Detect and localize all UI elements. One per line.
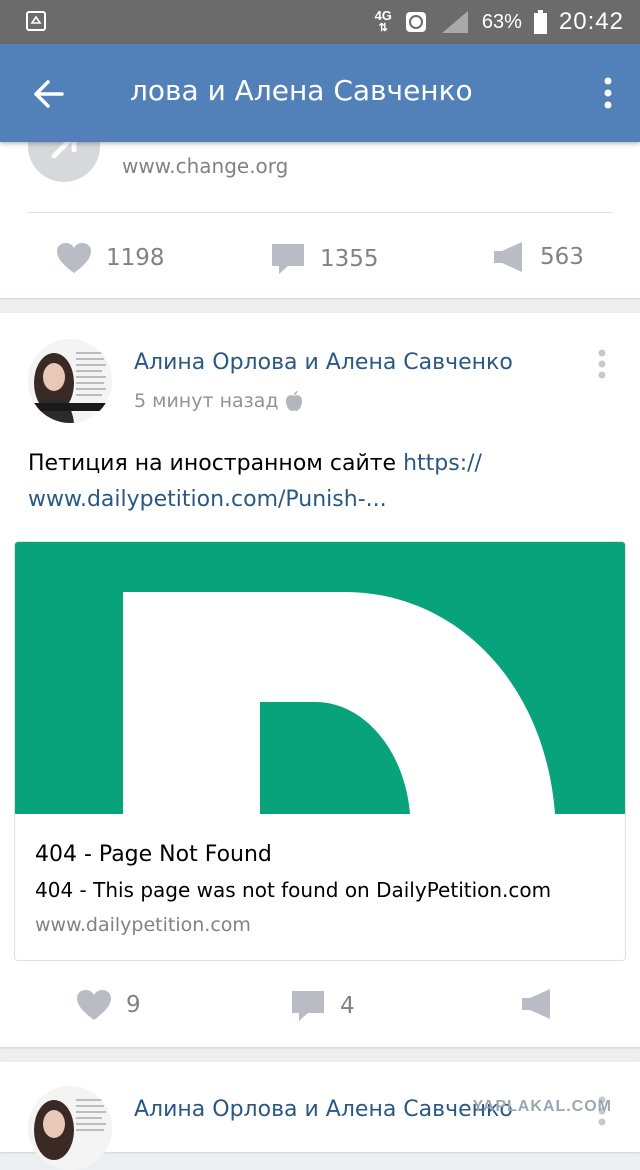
- post-link-cont[interactable]: www.dailypetition.com/Punish-...: [28, 487, 387, 512]
- post-time-text: 5 минут назад: [134, 390, 279, 412]
- comment-count: 1355: [320, 246, 379, 272]
- attachment-image: [15, 542, 625, 814]
- comment-button[interactable]: 1355: [270, 242, 379, 276]
- avatar[interactable]: [28, 339, 112, 423]
- signal-icon: [441, 11, 468, 33]
- avatar-photo: [28, 339, 112, 423]
- attachment-url: www.dailypetition.com: [35, 914, 251, 936]
- comment-icon: [272, 244, 304, 274]
- comment-button[interactable]: 4: [290, 989, 355, 1023]
- post-menu-icon[interactable]: [597, 349, 607, 379]
- like-count: 1198: [106, 245, 165, 271]
- like-button[interactable]: 9: [76, 989, 141, 1021]
- post-link[interactable]: https://: [403, 451, 482, 476]
- heart-icon: [57, 243, 91, 273]
- megaphone-icon: [522, 989, 550, 1019]
- heart-icon: [77, 990, 111, 1020]
- share-button[interactable]: [520, 989, 554, 1019]
- share-button[interactable]: 563: [492, 242, 584, 272]
- more-vertical-icon[interactable]: [600, 76, 616, 110]
- network-indicator: 4G ⇅: [374, 8, 392, 34]
- battery-icon: [533, 10, 547, 34]
- like-button[interactable]: 1198: [56, 242, 165, 274]
- post-author[interactable]: Алина Орлова и Алена Савченко: [134, 1097, 513, 1122]
- megaphone-icon: [494, 242, 522, 272]
- avatar-photo: [28, 1086, 112, 1170]
- comment-count: 4: [340, 993, 355, 1019]
- apple-icon: [285, 391, 302, 411]
- dailypetition-logo: [123, 592, 555, 814]
- link-attachment[interactable]: 404 - Page Not Found 404 - This page was…: [14, 541, 626, 961]
- attachment-title: 404 - Page Not Found: [35, 842, 272, 867]
- back-arrow-icon[interactable]: [28, 74, 68, 114]
- battery-percent: 63%: [481, 10, 522, 33]
- share-count: 563: [540, 244, 584, 270]
- status-bar: 4G ⇅ 63% 20:42: [0, 0, 640, 44]
- post-time: 5 минут назад: [134, 390, 303, 412]
- data-saver-icon: [405, 12, 426, 32]
- post-text-body: Петиция на иностранном сайте: [28, 451, 404, 476]
- link-url[interactable]: www.change.org: [122, 154, 288, 178]
- recycle-icon: [26, 11, 46, 31]
- post-text: Петиция на иностранном сайте https:// ww…: [28, 446, 618, 518]
- page-title: лова и Алена Савченко: [130, 74, 473, 107]
- watermark: YAPLAKAL.COM: [472, 1098, 612, 1115]
- clock: 20:42: [558, 8, 624, 35]
- post-author[interactable]: Алина Орлова и Алена Савченко: [134, 350, 513, 375]
- comment-icon: [292, 991, 324, 1021]
- avatar[interactable]: [28, 1086, 112, 1170]
- divider: [28, 212, 612, 213]
- app-bar: лова и Алена Савченко: [0, 44, 640, 142]
- like-count: 9: [126, 992, 141, 1018]
- attachment-description: 404 - This page was not found on DailyPe…: [35, 878, 552, 902]
